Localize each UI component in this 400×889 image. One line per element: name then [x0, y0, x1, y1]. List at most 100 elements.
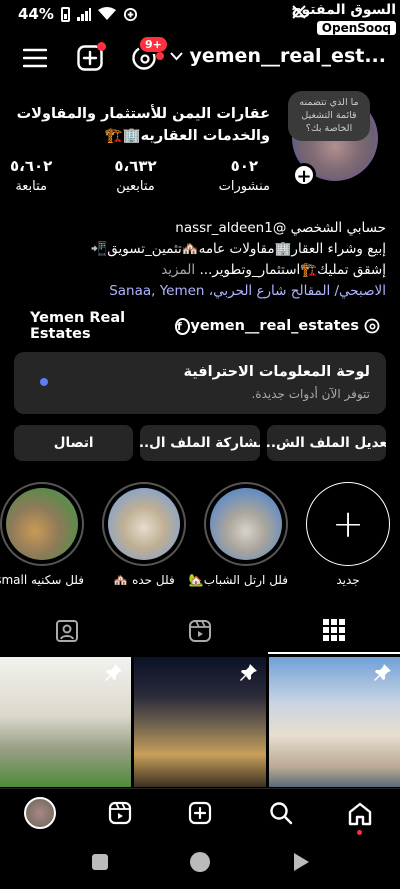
- highlight-new[interactable]: + جديد: [306, 482, 390, 587]
- nav-search[interactable]: [268, 800, 294, 826]
- data-saver-icon: [123, 7, 137, 21]
- highlight-item[interactable]: فلل سكنيه small: [0, 482, 84, 587]
- battery-icon: [60, 6, 70, 22]
- stat-label: متابعة: [15, 179, 48, 194]
- highlight-label: فلل سكنيه small: [0, 573, 84, 587]
- highlight-thumbnail: [108, 488, 180, 560]
- pin-icon: [239, 664, 257, 681]
- posts-grid: [0, 657, 400, 787]
- highlight-item[interactable]: فلل ارتل الشباب🏡: [188, 482, 288, 587]
- signal-icon: [76, 7, 91, 21]
- post-thumbnail[interactable]: [0, 657, 132, 787]
- stat-followers[interactable]: ٥،٦٣٢ متابعين: [114, 157, 156, 194]
- bio-line3-text: إشقق تمليك🏗️استثمار_وتطوير...: [199, 261, 386, 278]
- facebook-link-text: Yemen Real Estates: [30, 310, 126, 342]
- stat-posts[interactable]: ٥٠٢ منشورات: [219, 157, 270, 194]
- opensooq-watermark: السوق المفتوح OpenSooq: [291, 2, 396, 36]
- reels-nav-icon: [108, 801, 132, 825]
- nav-create[interactable]: [187, 800, 213, 826]
- system-navigation: [0, 838, 400, 889]
- dashboard-subtitle: تتوفر الآن أدوات جديدة.: [251, 387, 370, 401]
- active-tab-indicator: [268, 652, 400, 654]
- tagged-icon: [56, 620, 78, 642]
- pin-icon: [373, 664, 391, 681]
- profile-avatar[interactable]: ما الذي تتضمنه قائمة التشغيل الخاصة بك؟ …: [288, 91, 378, 187]
- highlight-thumbnail: [6, 488, 78, 560]
- home-icon: [348, 802, 372, 826]
- grid-icon: [323, 619, 345, 641]
- profile-name-line2: والخدمات العقاريه🏢🏗️: [104, 127, 270, 144]
- account-switcher[interactable]: yemen__real_est...: [156, 45, 386, 67]
- profile-name-line1: عقارات اليمن للأستثمار والمقاولات: [16, 106, 270, 122]
- bio: حسابي الشخصي @nassr_aldeen1 إبيع وشراء ا…: [14, 218, 386, 302]
- hamburger-icon: [23, 48, 47, 68]
- threads-link-text: yemen__real_estates: [190, 318, 359, 334]
- profile-name: عقارات اليمن للأستثمار والمقاولات والخدم…: [0, 104, 270, 148]
- tab-grid[interactable]: [322, 618, 346, 642]
- content-tabs: [0, 610, 400, 654]
- battery-percent: 44%: [18, 5, 54, 23]
- create-nav-icon: [188, 801, 212, 825]
- stat-label: متابعين: [116, 179, 155, 194]
- threads-link[interactable]: yemen__real_estates: [190, 310, 380, 342]
- stat-value: ٥،٦٣٢: [114, 157, 157, 175]
- username: yemen__real_est...: [189, 45, 386, 67]
- create-dot: [97, 42, 106, 51]
- profile-actions: تعديل الملف الش... مشاركة الملف ال... ات…: [14, 425, 386, 461]
- recents-button[interactable]: [92, 854, 108, 870]
- search-icon: [270, 802, 293, 825]
- facebook-link[interactable]: Yemen Real Estates f: [30, 310, 191, 342]
- bio-line: إشقق تمليك🏗️استثمار_وتطوير... المزيد: [14, 260, 386, 281]
- create-button[interactable]: [76, 42, 106, 72]
- stat-label: منشورات: [218, 179, 270, 194]
- post-thumbnail[interactable]: [268, 657, 400, 787]
- status-left: 44%: [18, 5, 138, 23]
- wifi-icon: [97, 7, 116, 20]
- home-dot: [357, 830, 362, 835]
- highlight-item[interactable]: فلل حده 🏘️: [102, 482, 186, 587]
- threads-button[interactable]: 9+: [130, 35, 169, 72]
- more-link[interactable]: المزيد: [161, 262, 195, 278]
- back-button[interactable]: [291, 852, 311, 872]
- tab-tagged[interactable]: [54, 618, 80, 644]
- post-thumbnail[interactable]: [134, 657, 266, 787]
- profile-stats: ٥٠٢ منشورات ٥،٦٣٢ متابعين ٥،٦٠٢ متابعة: [10, 157, 270, 194]
- highlight-label: فلل حده 🏘️: [113, 573, 175, 587]
- add-story-icon[interactable]: +: [292, 163, 316, 187]
- nav-reels[interactable]: [107, 800, 133, 826]
- stat-following[interactable]: ٥،٦٠٢ متابعة: [10, 157, 52, 194]
- note-bubble[interactable]: ما الذي تتضمنه قائمة التشغيل الخاصة بك؟: [288, 91, 370, 142]
- facebook-icon: f: [175, 317, 191, 335]
- menu-button[interactable]: [22, 46, 48, 70]
- reels-icon: [189, 620, 211, 642]
- pin-icon: [105, 664, 123, 681]
- dashboard-title: لوحة المعلومات الاحترافية: [183, 364, 370, 380]
- status-bar: 44% السوق المفتوح OpenSooq: [0, 0, 400, 35]
- threads-small-icon: [364, 318, 380, 334]
- stat-value: ٥،٦٠٢: [10, 157, 53, 175]
- new-indicator-dot: [40, 378, 48, 386]
- top-bar: 9+ yemen__real_est...: [0, 35, 400, 80]
- edit-profile-button[interactable]: تعديل الملف الش...: [266, 425, 386, 461]
- bottom-navigation: [0, 788, 400, 838]
- bio-line: حسابي الشخصي @nassr_aldeen1: [175, 220, 386, 236]
- social-links: Yemen Real Estates f yemen__real_estates: [30, 310, 380, 342]
- nav-home[interactable]: [346, 799, 374, 835]
- brand-latin: OpenSooq: [316, 21, 396, 35]
- location-link[interactable]: الاصبحي/ المقالح شارع الحربي، Sanaa, Yem…: [14, 281, 386, 302]
- nav-profile[interactable]: [24, 797, 56, 829]
- triangle-back-icon: [294, 853, 309, 871]
- highlight-thumbnail: [210, 488, 282, 560]
- highlight-label: جديد: [336, 573, 360, 587]
- share-profile-button[interactable]: مشاركة الملف ال...: [140, 425, 260, 461]
- system-home-button[interactable]: [190, 852, 210, 872]
- brand-arabic: السوق المفتوح: [291, 2, 396, 18]
- chevron-down-icon: [170, 51, 184, 60]
- highlight-label: فلل ارتل الشباب🏡: [188, 573, 288, 587]
- contact-button[interactable]: اتصال: [14, 425, 134, 461]
- tab-reels[interactable]: [187, 618, 213, 644]
- bio-line: إبيع وشراء العقار🏢مقاولات عامه🏘️تثمين_تس…: [90, 240, 386, 257]
- professional-dashboard[interactable]: لوحة المعلومات الاحترافية تتوفر الآن أدو…: [14, 352, 386, 414]
- add-highlight-icon: +: [306, 482, 390, 566]
- account-dot: [156, 52, 165, 60]
